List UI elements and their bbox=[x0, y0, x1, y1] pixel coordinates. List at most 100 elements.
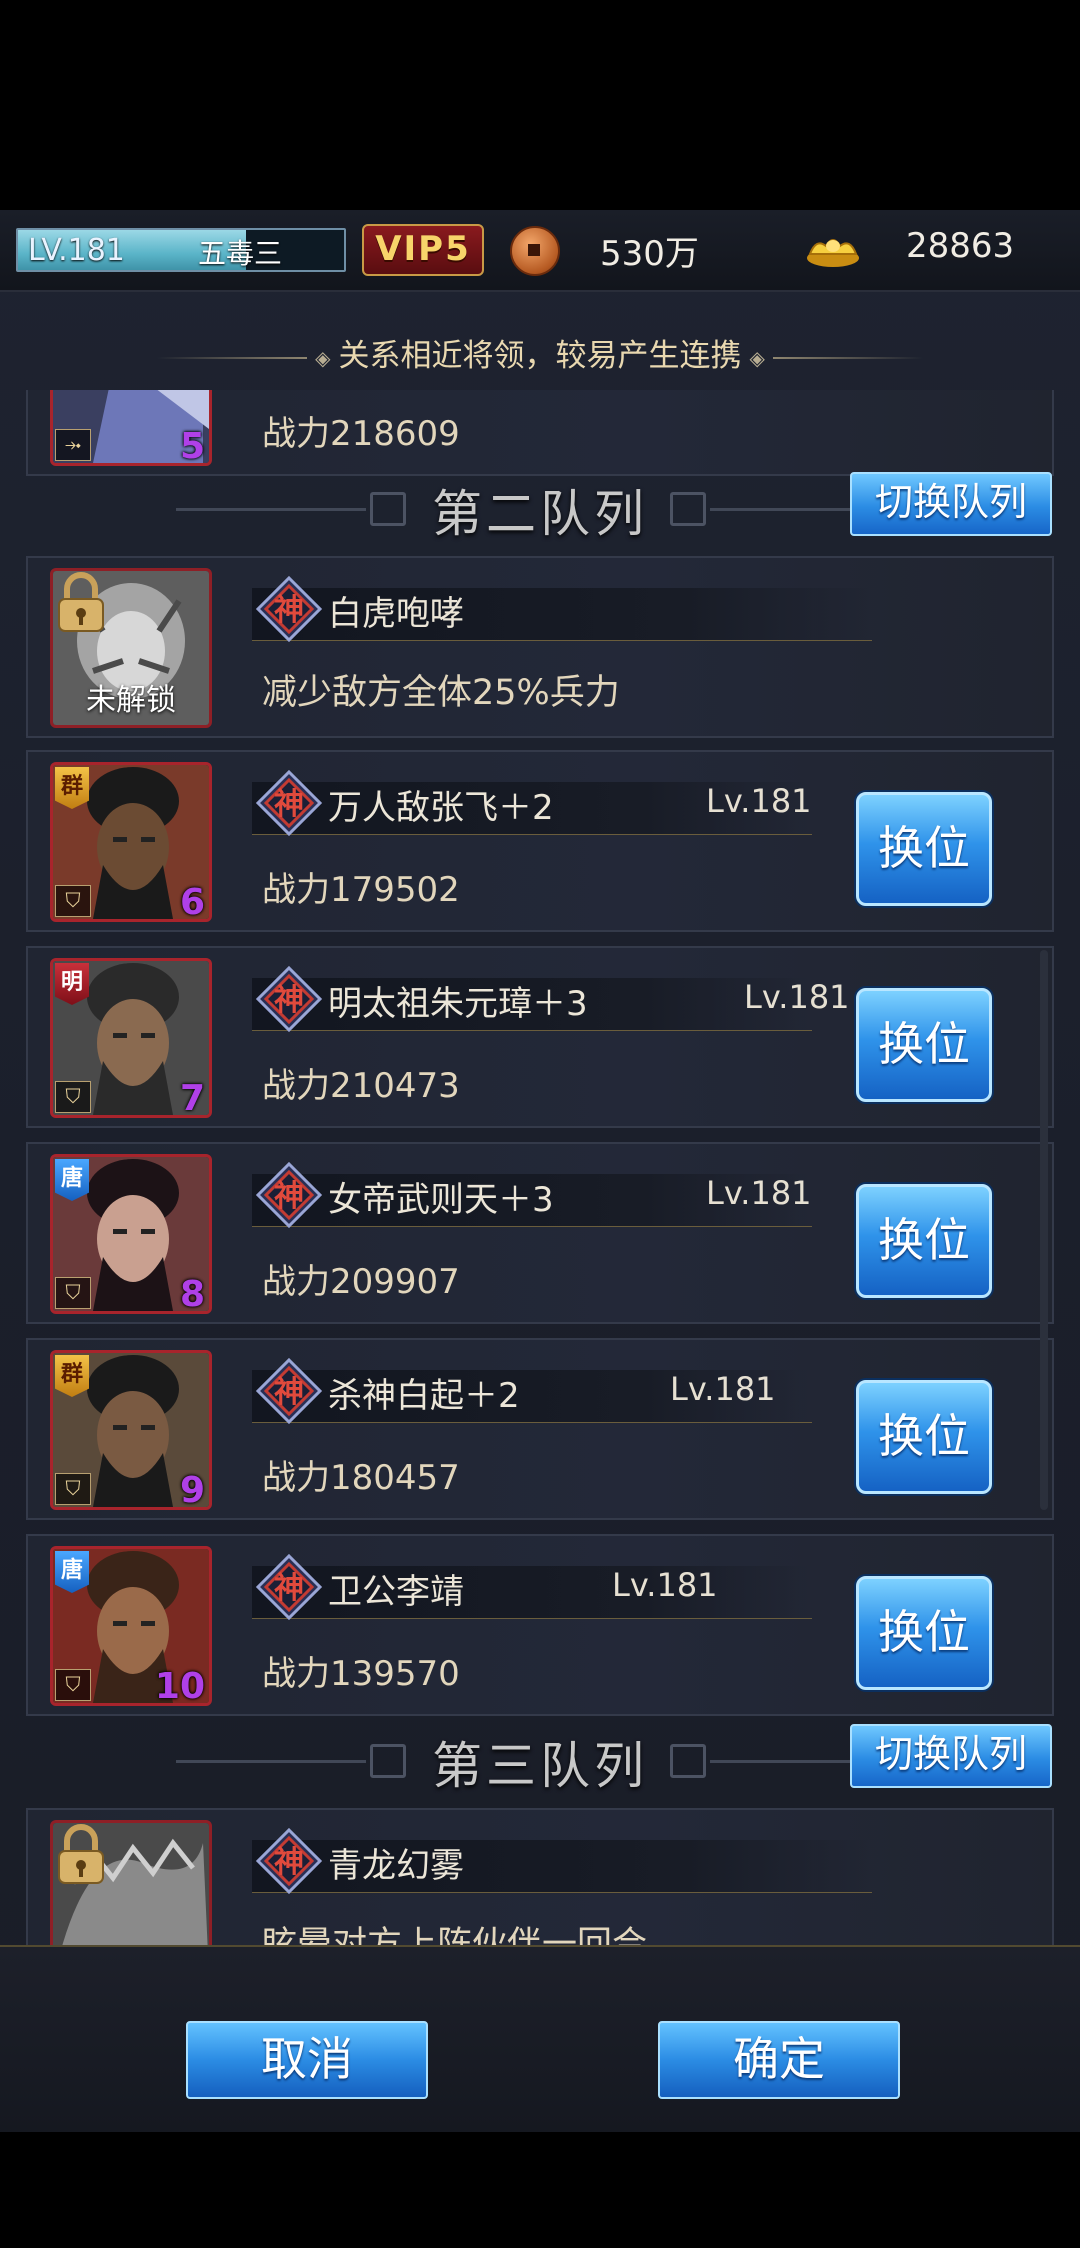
general-power: 战力179502 bbox=[262, 870, 460, 910]
general-portrait[interactable]: 群 ⛉ 9 bbox=[50, 1350, 212, 1510]
svg-text:神: 神 bbox=[274, 1571, 304, 1606]
bow-troop-icon: ⤞ bbox=[55, 429, 91, 461]
section-header-team-2: 第二队列 切换队列 bbox=[0, 468, 1080, 548]
troop-type-icon: ⛉ bbox=[55, 1277, 91, 1309]
slot-number: 10 bbox=[154, 1666, 205, 1706]
general-card-partial: ⤞ 5 战力218609 bbox=[26, 390, 1054, 476]
general-card: 唐 ⛉ 10 神 卫公李靖 Lv.181 战力139570 换位 bbox=[26, 1534, 1054, 1716]
hint-divider-left bbox=[157, 356, 308, 359]
swap-position-button[interactable]: 换位 bbox=[856, 988, 992, 1102]
slot-number: 8 bbox=[179, 1274, 205, 1314]
slot-number: 5 bbox=[179, 426, 205, 466]
copper-coin-icon bbox=[510, 226, 560, 276]
section-knot-right bbox=[670, 1744, 706, 1778]
section-knot-right bbox=[670, 492, 706, 526]
svg-text:神: 神 bbox=[274, 1845, 304, 1880]
switch-team-button[interactable]: 切换队列 bbox=[850, 472, 1052, 536]
lock-icon bbox=[58, 1824, 104, 1884]
slot-number: 6 bbox=[179, 882, 205, 922]
hint-text: 关系相近将领，较易产生连携 bbox=[338, 338, 742, 374]
general-portrait[interactable]: 明 ⛉ 7 bbox=[50, 958, 212, 1118]
swap-position-button[interactable]: 换位 bbox=[856, 1184, 992, 1298]
faction-badge: 唐 bbox=[55, 1551, 89, 1593]
troop-type-icon: ⛉ bbox=[55, 885, 91, 917]
general-portrait[interactable]: 群 ⛉ 6 bbox=[50, 762, 212, 922]
general-power: 战力180457 bbox=[262, 1458, 460, 1498]
team-formation-screen: LV.181 五毒三 VIP5 530万 28863 ◈ 关系相近将领，较易产生连… bbox=[0, 210, 1080, 2132]
divine-badge-icon: 神 bbox=[256, 770, 322, 836]
general-name: 明太祖朱元璋＋3 bbox=[328, 984, 588, 1024]
switch-team-button[interactable]: 切换队列 bbox=[850, 1724, 1052, 1788]
svg-text:神: 神 bbox=[274, 1375, 304, 1410]
troop-type-icon: ⛉ bbox=[55, 1473, 91, 1505]
general-power: 战力210473 bbox=[262, 1066, 460, 1106]
troop-type-icon: ⛉ bbox=[55, 1669, 91, 1701]
svg-text:神: 神 bbox=[274, 983, 304, 1018]
general-level: Lv.181 bbox=[744, 978, 850, 1016]
svg-text:神: 神 bbox=[274, 1179, 304, 1214]
swap-position-button[interactable]: 换位 bbox=[856, 1380, 992, 1494]
section-divider-right bbox=[710, 508, 850, 511]
general-card: 群 ⛉ 6 神 万人敌张飞＋2 Lv.181 战力179502 换位 bbox=[26, 750, 1054, 932]
skill-description: 眩晕对方上阵伙伴一回合 bbox=[262, 1925, 648, 1945]
confirm-button[interactable]: 确定 bbox=[658, 2021, 900, 2099]
faction-badge: 唐 bbox=[55, 1159, 89, 1201]
svg-text:神: 神 bbox=[274, 787, 304, 822]
slot-number: 9 bbox=[179, 1470, 205, 1510]
hint-banner: ◈ 关系相近将领，较易产生连携 ◈ bbox=[0, 330, 1080, 375]
general-power: 战力218609 bbox=[262, 414, 460, 454]
divine-badge-icon: 神 bbox=[256, 1828, 322, 1894]
general-power: 战力139570 bbox=[262, 1654, 460, 1694]
vip-badge[interactable]: VIP5 bbox=[362, 224, 484, 276]
divine-badge-icon: 神 bbox=[256, 1358, 322, 1424]
divine-badge-icon: 神 bbox=[256, 1162, 322, 1228]
general-name: 万人敌张飞＋2 bbox=[328, 788, 554, 828]
team-skill-card: 未解锁 神 白虎咆哮 减少敌方全体25%兵力 bbox=[26, 556, 1054, 738]
troop-type-icon: ⛉ bbox=[55, 1081, 91, 1113]
faction-badge: 群 bbox=[55, 1355, 89, 1397]
team-skill-card: 神 青龙幻雾 眩晕对方上阵伙伴一回合 bbox=[26, 1808, 1054, 1945]
cancel-button[interactable]: 取消 bbox=[186, 2021, 428, 2099]
player-name: 五毒三 bbox=[198, 237, 283, 270]
general-level: Lv.181 bbox=[706, 782, 812, 820]
general-card: 明 ⛉ 7 神 明太祖朱元璋＋3 Lv.181 战力210473 换位 bbox=[26, 946, 1054, 1128]
general-level: Lv.181 bbox=[670, 1370, 776, 1408]
general-level: Lv.181 bbox=[706, 1174, 812, 1212]
faction-badge: 明 bbox=[55, 963, 89, 1005]
general-portrait[interactable]: ⤞ 5 bbox=[50, 390, 212, 466]
coin-amount: 530万 bbox=[600, 234, 699, 274]
slot-number: 7 bbox=[179, 1078, 205, 1118]
scrollbar[interactable] bbox=[1040, 950, 1048, 1510]
general-card: 群 ⛉ 9 神 杀神白起＋2 Lv.181 战力180457 换位 bbox=[26, 1338, 1054, 1520]
hint-divider-right bbox=[772, 356, 923, 359]
general-name: 卫公李靖 bbox=[328, 1572, 464, 1612]
level-bar: LV.181 五毒三 bbox=[16, 228, 346, 272]
hint-diamond-left: ◈ bbox=[315, 345, 331, 370]
svg-text:神: 神 bbox=[274, 593, 304, 628]
section-divider-right bbox=[710, 1760, 850, 1763]
divine-badge-icon: 神 bbox=[256, 576, 322, 642]
player-level: LV.181 bbox=[28, 233, 125, 268]
general-card: 唐 ⛉ 8 神 女帝武则天＋3 Lv.181 战力209907 换位 bbox=[26, 1142, 1054, 1324]
general-portrait[interactable]: 唐 ⛉ 10 bbox=[50, 1546, 212, 1706]
footer-bar: 取消 确定 bbox=[0, 1945, 1080, 2132]
skill-name: 白虎咆哮 bbox=[328, 594, 464, 634]
skill-description: 减少敌方全体25%兵力 bbox=[262, 673, 620, 713]
swap-position-button[interactable]: 换位 bbox=[856, 1576, 992, 1690]
formation-list[interactable]: ⤞ 5 战力218609 第二队列 切换队列 未解锁 神 白虎咆哮 减少敌方全体… bbox=[0, 390, 1080, 1945]
general-portrait[interactable]: 唐 ⛉ 8 bbox=[50, 1154, 212, 1314]
skill-portrait bbox=[50, 1820, 212, 1945]
lock-icon bbox=[58, 572, 104, 632]
faction-badge: 群 bbox=[55, 767, 89, 809]
gold-amount: 28863 bbox=[906, 226, 1015, 266]
divine-badge-icon: 神 bbox=[256, 966, 322, 1032]
general-power: 战力209907 bbox=[262, 1262, 460, 1302]
top-status-bar: LV.181 五毒三 VIP5 530万 28863 bbox=[0, 210, 1080, 292]
general-level: Lv.181 bbox=[612, 1566, 718, 1604]
swap-position-button[interactable]: 换位 bbox=[856, 792, 992, 906]
general-name: 杀神白起＋2 bbox=[328, 1376, 520, 1416]
skill-portrait: 未解锁 bbox=[50, 568, 212, 728]
divine-badge-icon: 神 bbox=[256, 1554, 322, 1620]
general-name: 女帝武则天＋3 bbox=[328, 1180, 554, 1220]
gold-ingot-icon bbox=[807, 239, 859, 267]
